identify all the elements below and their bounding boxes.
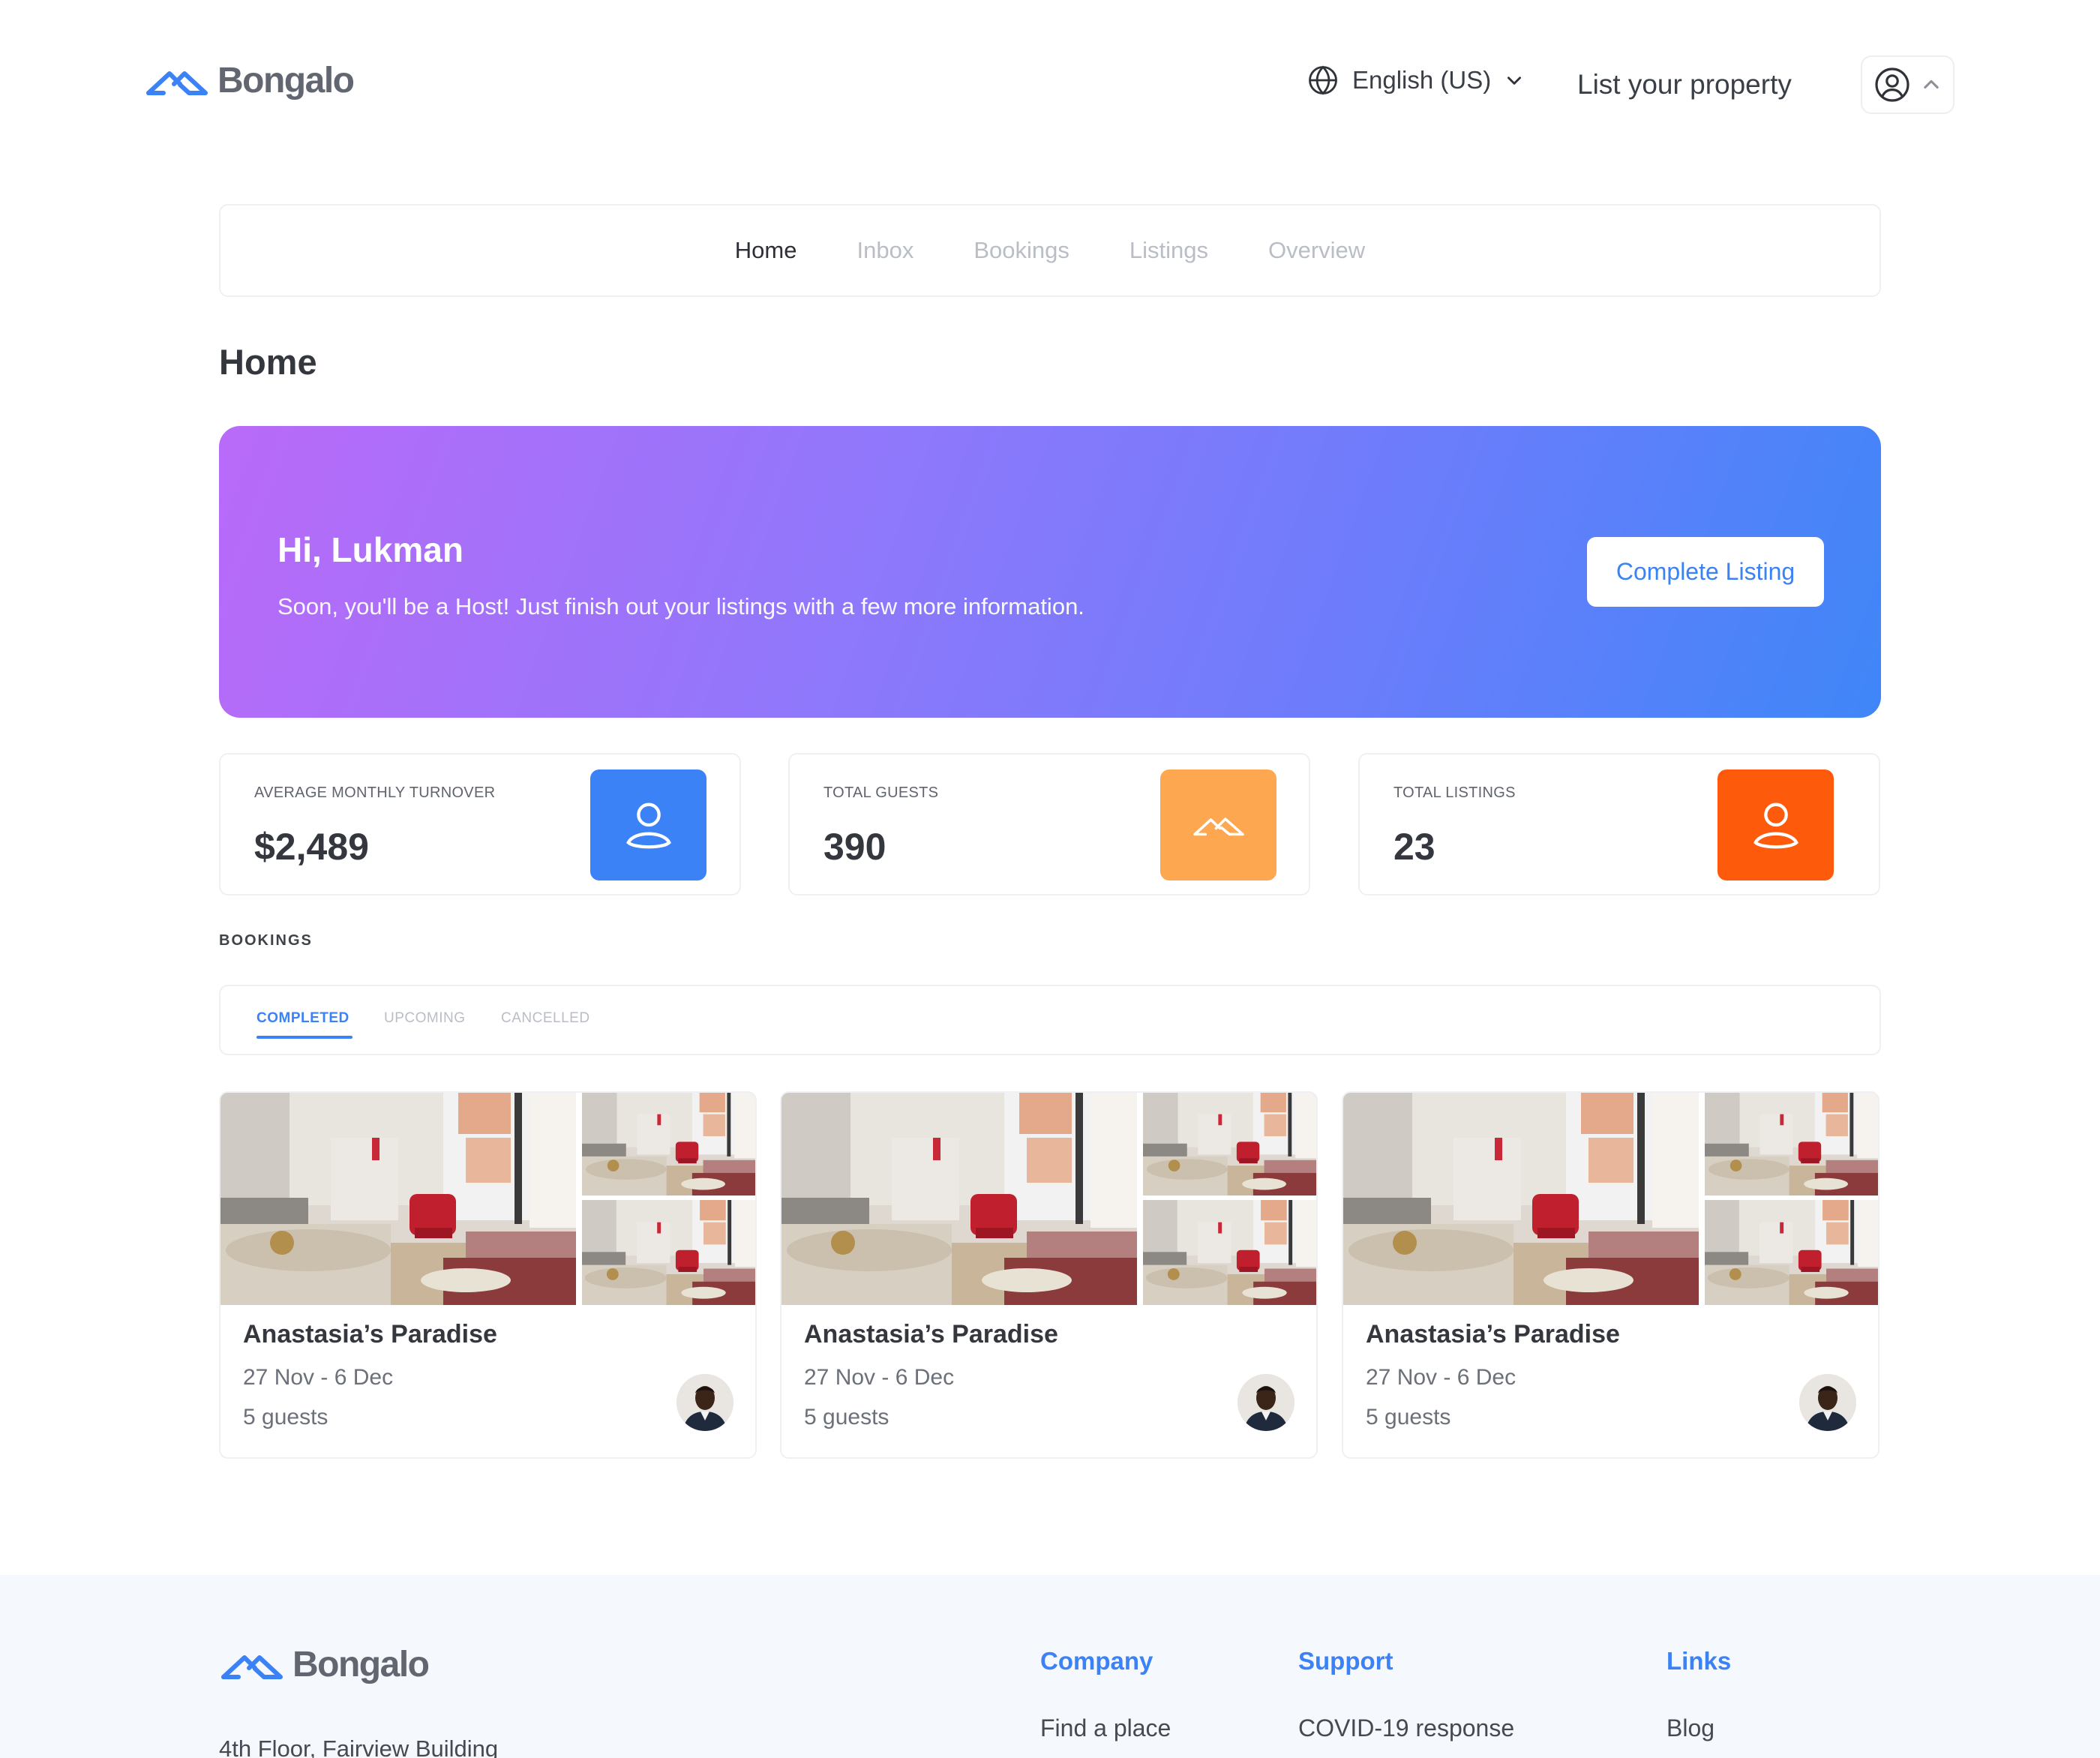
stat-icon-tile bbox=[1718, 770, 1834, 880]
listing-photo-thumb bbox=[582, 1093, 757, 1196]
stat-card-listings: TOTAL LISTINGS 23 bbox=[1358, 753, 1880, 896]
listing-photo-main bbox=[782, 1093, 1137, 1305]
footer-link[interactable]: COVID-19 response bbox=[1298, 1714, 1514, 1742]
bookings-tabs: COMPLETED UPCOMING CANCELLED bbox=[219, 985, 1881, 1055]
user-icon bbox=[626, 802, 671, 849]
stat-value: 390 bbox=[824, 826, 886, 868]
footer-link[interactable]: Blog bbox=[1666, 1714, 1731, 1742]
stat-label: TOTAL LISTINGS bbox=[1394, 784, 1516, 801]
footer-heading: Support bbox=[1298, 1647, 1394, 1675]
tab-overview[interactable]: Overview bbox=[1268, 237, 1365, 264]
footer-column-support: Support COVID-19 response bbox=[1298, 1647, 1514, 1742]
listing-photo-main bbox=[220, 1093, 576, 1305]
footer-heading: Company bbox=[1040, 1647, 1154, 1675]
guest-count: 5 guests bbox=[804, 1405, 890, 1430]
listing-name: Anastasia’s Paradise bbox=[243, 1320, 497, 1348]
tab-inbox[interactable]: Inbox bbox=[857, 237, 914, 264]
guest-avatar bbox=[676, 1374, 734, 1431]
listing-photo-thumb bbox=[1705, 1200, 1880, 1305]
stat-label: TOTAL GUESTS bbox=[824, 784, 939, 801]
guest-avatar bbox=[1238, 1374, 1294, 1431]
listing-photo-main bbox=[1343, 1093, 1699, 1305]
bongalo-logo-icon bbox=[219, 1648, 285, 1682]
stat-value: 23 bbox=[1394, 826, 1436, 868]
stat-value: $2,489 bbox=[254, 826, 369, 868]
stat-icon-tile bbox=[1160, 770, 1276, 880]
brand-logo[interactable]: Bongalo bbox=[144, 60, 355, 101]
language-selector[interactable]: English (US) bbox=[1307, 64, 1524, 96]
footer-logo[interactable]: Bongalo bbox=[219, 1644, 430, 1685]
stat-label: AVERAGE MONTHLY TURNOVER bbox=[254, 784, 496, 801]
tab-listings[interactable]: Listings bbox=[1130, 237, 1208, 264]
listing-photos bbox=[782, 1093, 1318, 1305]
footer-column-links: Links Blog bbox=[1666, 1647, 1731, 1742]
footer-link[interactable]: Find a place bbox=[1040, 1714, 1171, 1742]
page-title: Home bbox=[219, 342, 317, 382]
user-circle-icon bbox=[1874, 68, 1910, 102]
listing-photo-thumb bbox=[1705, 1093, 1880, 1196]
user-icon bbox=[1753, 802, 1798, 849]
stat-card-guests: TOTAL GUESTS 390 bbox=[788, 753, 1310, 896]
booking-dates: 27 Nov - 6 Dec bbox=[243, 1365, 394, 1390]
globe-icon bbox=[1309, 65, 1337, 95]
chevron-down-icon bbox=[1508, 76, 1522, 85]
listing-photo-thumb bbox=[582, 1200, 757, 1305]
booking-dates: 27 Nov - 6 Dec bbox=[1366, 1365, 1516, 1390]
banner-message: Soon, you'll be a Host! Just finish out … bbox=[278, 593, 1084, 620]
brand-name: Bongalo bbox=[218, 61, 355, 100]
brand-name: Bongalo bbox=[292, 1645, 430, 1684]
main-nav: Home Inbox Bookings Listings Overview bbox=[219, 204, 1881, 297]
listing-photo-thumb bbox=[1143, 1200, 1318, 1305]
tab-cancelled[interactable]: CANCELLED bbox=[501, 1010, 590, 1027]
company-address: 4th Floor, Fairview Building bbox=[219, 1736, 499, 1758]
listing-name: Anastasia’s Paradise bbox=[804, 1320, 1058, 1348]
tab-bookings[interactable]: Bookings bbox=[974, 237, 1070, 264]
welcome-banner: Hi, Lukman Soon, you'll be a Host! Just … bbox=[219, 426, 1881, 718]
greeting-text: Hi, Lukman bbox=[278, 530, 464, 569]
tab-home[interactable]: Home bbox=[735, 237, 797, 264]
tab-completed[interactable]: COMPLETED bbox=[256, 1010, 350, 1027]
stat-icon-tile bbox=[590, 770, 706, 880]
bongalo-mark-icon bbox=[1192, 818, 1244, 836]
active-tab-underline bbox=[256, 1036, 352, 1039]
listing-name: Anastasia’s Paradise bbox=[1366, 1320, 1620, 1348]
stat-card-turnover: AVERAGE MONTHLY TURNOVER $2,489 bbox=[219, 753, 741, 896]
guest-avatar bbox=[1799, 1374, 1856, 1431]
guest-count: 5 guests bbox=[243, 1405, 328, 1430]
listing-photos bbox=[220, 1093, 757, 1305]
complete-listing-button[interactable]: Complete Listing bbox=[1587, 537, 1824, 607]
user-menu-button[interactable] bbox=[1861, 56, 1954, 114]
listing-photo-thumb bbox=[1143, 1093, 1318, 1196]
booking-card[interactable]: Anastasia’s Paradise 27 Nov - 6 Dec 5 gu… bbox=[219, 1091, 757, 1459]
top-header: Bongalo English (US) List your property bbox=[0, 0, 2100, 172]
bongalo-logo-icon bbox=[144, 64, 210, 98]
chevron-up-icon bbox=[1923, 80, 1939, 89]
footer-column-company: Company Find a place bbox=[1040, 1647, 1171, 1742]
guest-count: 5 guests bbox=[1366, 1405, 1451, 1430]
language-label: English (US) bbox=[1352, 66, 1492, 94]
listing-photos bbox=[1343, 1093, 1880, 1305]
booking-card[interactable]: Anastasia’s Paradise 27 Nov - 6 Dec 5 gu… bbox=[1342, 1091, 1880, 1459]
booking-dates: 27 Nov - 6 Dec bbox=[804, 1365, 955, 1390]
bookings-section-label: BOOKINGS bbox=[219, 932, 313, 949]
footer-heading: Links bbox=[1666, 1647, 1732, 1675]
list-property-link[interactable]: List your property bbox=[1577, 69, 1792, 100]
site-footer: Bongalo 4th Floor, Fairview Building Com… bbox=[0, 1575, 2100, 1758]
booking-card[interactable]: Anastasia’s Paradise 27 Nov - 6 Dec 5 gu… bbox=[780, 1091, 1318, 1459]
tab-upcoming[interactable]: UPCOMING bbox=[384, 1010, 466, 1027]
